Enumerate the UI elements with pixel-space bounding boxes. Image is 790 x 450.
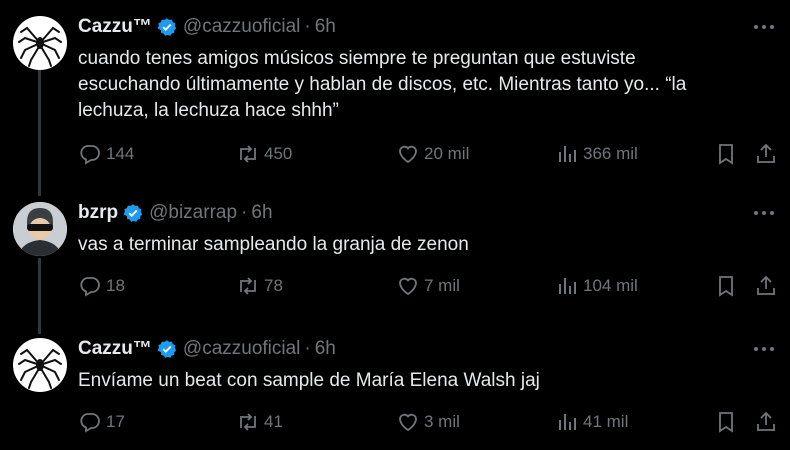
like-count: 7 mil	[424, 276, 460, 295]
verified-badge-icon	[157, 18, 177, 36]
reply-count: 144	[106, 144, 135, 163]
action-bar: 144 450 20 mil 366 mil	[0, 142, 790, 168]
spider-avatar-icon	[18, 26, 62, 67]
views-button[interactable]: 366 mil	[555, 142, 638, 166]
retweet-icon	[240, 145, 256, 163]
more-icon[interactable]	[752, 20, 776, 34]
verified-badge-icon	[123, 204, 143, 222]
reply-count: 17	[106, 412, 125, 431]
reply-icon	[80, 145, 100, 165]
bookmark-icon[interactable]	[714, 274, 738, 298]
bookmark-icon[interactable]	[714, 410, 738, 434]
retweet-count: 78	[264, 276, 283, 295]
display-name[interactable]: Cazzu™	[78, 338, 152, 360]
avatar[interactable]	[13, 202, 67, 256]
retweet-icon	[240, 277, 256, 295]
action-bar: 18 78 7 mil 104 mil	[0, 274, 790, 300]
views-count: 41 mil	[583, 412, 629, 431]
heart-icon	[399, 145, 417, 164]
timestamp[interactable]: 6h	[315, 338, 336, 360]
views-icon	[559, 146, 576, 162]
display-name[interactable]: Cazzu™	[78, 16, 152, 38]
views-button[interactable]: 104 mil	[555, 274, 638, 298]
tweet[interactable]: bzrp @bizarrap · 6h vas a terminar sampl…	[0, 202, 790, 312]
retweet-button[interactable]: 41	[236, 410, 283, 434]
separator-dot: ·	[304, 338, 311, 359]
retweet-button[interactable]: 78	[236, 274, 283, 298]
tweet-header: Cazzu™ @cazzuoficial · 6h	[78, 338, 336, 360]
separator-dot: ·	[304, 16, 311, 37]
share-icon[interactable]	[754, 410, 778, 434]
like-button[interactable]: 20 mil	[396, 142, 469, 166]
views-icon	[559, 278, 576, 294]
views-count: 366 mil	[583, 144, 638, 163]
verified-badge-icon	[157, 340, 177, 358]
like-button[interactable]: 7 mil	[396, 274, 460, 298]
more-icon[interactable]	[752, 342, 776, 356]
tweet[interactable]: Cazzu™ @cazzuoficial · 6h Envíame un bea…	[0, 338, 790, 448]
heart-icon	[399, 413, 417, 432]
views-count: 104 mil	[583, 276, 638, 295]
spider-avatar-icon	[18, 348, 62, 389]
bookmark-icon[interactable]	[714, 142, 738, 166]
like-count: 3 mil	[424, 412, 460, 431]
avatar[interactable]	[13, 338, 67, 392]
reply-button[interactable]: 17	[78, 410, 125, 434]
reply-button[interactable]: 144	[78, 142, 134, 166]
more-icon[interactable]	[752, 206, 776, 220]
timestamp[interactable]: 6h	[315, 16, 336, 38]
action-bar: 17 41 3 mil 41 mil	[0, 410, 790, 436]
tweet[interactable]: Cazzu™ @cazzuoficial · 6h cuando tenes a…	[0, 16, 790, 176]
views-button[interactable]: 41 mil	[555, 410, 628, 434]
reply-count: 18	[106, 276, 125, 295]
heart-icon	[399, 277, 417, 296]
display-name[interactable]: bzrp	[78, 202, 118, 224]
handle[interactable]: @bizarrap	[149, 202, 237, 224]
handle[interactable]: @cazzuoficial	[183, 338, 301, 360]
retweet-count: 450	[264, 144, 293, 163]
share-icon[interactable]	[754, 274, 778, 298]
handle[interactable]: @cazzuoficial	[183, 16, 301, 38]
views-icon	[559, 414, 576, 430]
like-count: 20 mil	[424, 144, 470, 163]
retweet-count: 41	[264, 412, 283, 431]
retweet-icon	[240, 413, 256, 431]
reply-icon	[80, 277, 100, 297]
tweet-text: Envíame un beat con sample de María Elen…	[78, 370, 540, 391]
like-button[interactable]: 3 mil	[396, 410, 460, 434]
bzrp-avatar-icon	[13, 202, 67, 256]
separator-dot: ·	[241, 202, 248, 223]
retweet-button[interactable]: 450	[236, 142, 292, 166]
reply-button[interactable]: 18	[78, 274, 125, 298]
reply-icon	[80, 413, 100, 433]
tweet-header: Cazzu™ @cazzuoficial · 6h	[78, 16, 336, 38]
avatar[interactable]	[13, 16, 67, 70]
tweet-text: cuando tenes amigos músicos siempre te p…	[78, 48, 687, 121]
share-icon[interactable]	[754, 142, 778, 166]
tweet-header: bzrp @bizarrap · 6h	[78, 202, 273, 224]
timestamp[interactable]: 6h	[251, 202, 272, 224]
tweet-text: vas a terminar sampleando la granja de z…	[78, 234, 469, 255]
